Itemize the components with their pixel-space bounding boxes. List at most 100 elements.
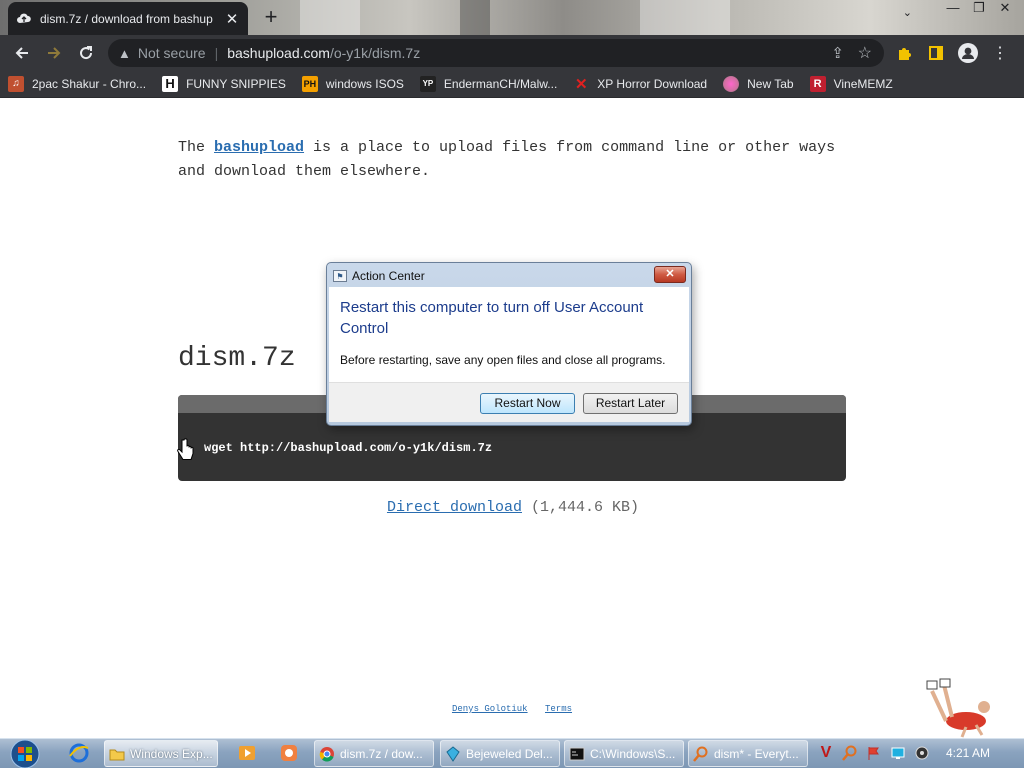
menu-kebab-icon[interactable]: ⋮	[984, 38, 1016, 68]
wallpaper-streak	[640, 0, 730, 35]
bookmarks-bar: ♫ 2pac Shakur - Chro... H FUNNY SNIPPIES…	[0, 70, 1024, 98]
taskbar-task[interactable]: dism* - Everyt...	[688, 740, 808, 767]
dialog-title: Action Center	[352, 269, 425, 283]
desktop-mascot-icon	[926, 678, 990, 738]
monitor-icon[interactable]	[886, 741, 910, 765]
bookmark-label: windows ISOS	[325, 76, 404, 91]
profile-avatar-icon[interactable]	[952, 38, 984, 68]
browser-tab-active[interactable]: dism.7z / download from bashup ✕	[8, 2, 248, 35]
toolbar-icons: ⋮	[888, 38, 1016, 68]
download-line: Direct download (1,444.6 KB)	[0, 499, 1024, 516]
app-launcher-icon[interactable]	[276, 741, 302, 765]
task-label: dism* - Everyt...	[714, 746, 799, 761]
gem-icon	[446, 745, 460, 762]
security-label[interactable]: Not secure	[138, 45, 206, 61]
tab-title: dism.7z / download from bashup	[40, 11, 213, 26]
intro-paragraph: The bashupload is a place to upload file…	[178, 139, 836, 180]
close-window-button[interactable]: ✕	[992, 0, 1018, 18]
taskbar-task[interactable]: dism.7z / dow...	[314, 740, 434, 767]
task-label: Windows Exp...	[130, 746, 213, 761]
bookmark-item[interactable]: H FUNNY SNIPPIES	[162, 75, 286, 92]
system-tray: V	[814, 741, 934, 765]
taskbar-clock[interactable]: 4:21 AM	[946, 746, 990, 760]
bookmark-label: 2pac Shakur - Chro...	[32, 76, 147, 91]
desktop-screen: dism.7z / download from bashup ✕ + ⌄ — ❐…	[0, 0, 1024, 768]
chrome-icon	[319, 746, 334, 762]
bookmark-item[interactable]: PH windows ISOS	[301, 75, 404, 92]
tab-close-icon[interactable]: ✕	[224, 10, 240, 28]
bookmark-label: FUNNY SNIPPIES	[186, 76, 286, 91]
browser-tab-strip: dism.7z / download from bashup ✕ + ⌄ — ❐…	[0, 0, 1024, 35]
browser-toolbar: ▲ Not secure | bashupload.com /o-y1k/dis…	[0, 35, 1024, 70]
flag-icon[interactable]	[862, 741, 886, 765]
task-label: C:\Windows\S...	[590, 746, 676, 761]
dialog-titlebar[interactable]: ⚑ Action Center	[333, 267, 425, 285]
dialog-close-button[interactable]: ✕	[654, 266, 686, 283]
hand-cursor-icon	[177, 438, 194, 460]
new-tab-button[interactable]: +	[258, 4, 284, 30]
extensions-puzzle-icon[interactable]	[888, 38, 920, 68]
h-logo-icon: H	[162, 75, 179, 92]
minimize-button[interactable]: —	[940, 0, 966, 18]
bookmark-item[interactable]: ♫ 2pac Shakur - Chro...	[8, 75, 147, 92]
v-app-icon[interactable]: V	[814, 741, 838, 765]
taskbar-task[interactable]: Bejeweled Del...	[440, 740, 560, 767]
yp-logo-icon: YP	[419, 75, 436, 92]
music-icon: ♫	[8, 75, 24, 92]
maximize-button[interactable]: ❐	[966, 0, 992, 18]
address-bar[interactable]: ▲ Not secure | bashupload.com /o-y1k/dis…	[108, 39, 884, 67]
terms-link[interactable]: Terms	[545, 704, 572, 714]
share-icon[interactable]: ⇪	[831, 44, 844, 62]
volume-icon[interactable]	[910, 741, 934, 765]
forward-arrow-icon[interactable]	[38, 37, 70, 69]
bookmark-label: EndermanCH/Malw...	[443, 76, 558, 91]
dialog-heading: Restart this computer to turn off User A…	[340, 299, 644, 337]
restart-later-button[interactable]: Restart Later	[583, 393, 678, 414]
tab-search-chevron-icon[interactable]: ⌄	[903, 6, 912, 19]
direct-download-link[interactable]: Direct download	[387, 499, 522, 516]
back-arrow-icon[interactable]	[6, 37, 38, 69]
task-label: dism.7z / dow...	[340, 746, 423, 761]
file-size-label: (1,444.6 KB)	[522, 499, 640, 516]
bookmark-item[interactable]: ✕ XP Horror Download	[573, 75, 708, 93]
taskbar-task[interactable]: C:\Windows\S...	[564, 740, 684, 767]
folder-icon	[109, 749, 125, 760]
bookmark-item[interactable]: New Tab	[723, 75, 794, 92]
bashupload-link[interactable]: bashupload	[214, 139, 304, 156]
side-panel-icon[interactable]	[920, 38, 952, 68]
everything-search-icon[interactable]	[838, 741, 862, 765]
restart-now-button[interactable]: Restart Now	[480, 393, 575, 414]
cmd-icon	[569, 747, 585, 760]
url-host[interactable]: bashupload.com	[227, 45, 330, 61]
file-name-heading: dism.7z	[178, 343, 296, 374]
dialog-button-row: Restart Now Restart Later	[329, 382, 689, 422]
author-link[interactable]: Denys Golotiuk	[452, 704, 528, 714]
reload-icon[interactable]	[70, 37, 102, 69]
address-separator: |	[214, 45, 219, 61]
search-icon	[693, 746, 708, 762]
wallpaper-streak	[300, 0, 360, 35]
globe-icon	[723, 75, 740, 92]
action-center-dialog: ⚑ Action Center ✕ Restart this computer …	[326, 262, 692, 426]
action-center-flag-icon: ⚑	[333, 270, 347, 282]
page-footer: Denys Golotiuk Terms	[0, 704, 1024, 714]
taskbar-task[interactable]: Windows Exp...	[104, 740, 218, 767]
url-path[interactable]: /o-y1k/dism.7z	[330, 45, 420, 61]
media-player-icon[interactable]	[234, 741, 260, 765]
wget-command[interactable]: wget http://bashupload.com/o-y1k/dism.7z	[204, 441, 492, 455]
bookmark-item[interactable]: R VineMEMZ	[809, 75, 893, 92]
wallpaper-streak	[460, 0, 490, 35]
cloud-upload-icon	[17, 13, 31, 23]
bookmark-label: New Tab	[747, 76, 794, 91]
start-orb-icon[interactable]	[6, 739, 44, 768]
window-controls: — ❐ ✕	[940, 0, 1018, 18]
internet-explorer-icon[interactable]	[66, 741, 92, 765]
x-logo-icon: ✕	[574, 75, 588, 93]
bookmark-star-icon[interactable]: ☆	[858, 43, 872, 63]
dialog-body: Restart this computer to turn off User A…	[329, 287, 689, 382]
bookmark-item[interactable]: YP EndermanCH/Malw...	[419, 75, 558, 92]
warning-icon[interactable]: ▲	[118, 46, 131, 61]
bookmark-label: XP Horror Download	[597, 76, 708, 91]
dialog-message: Before restarting, save any open files a…	[340, 353, 666, 367]
bookmark-label: VineMEMZ	[833, 76, 893, 91]
